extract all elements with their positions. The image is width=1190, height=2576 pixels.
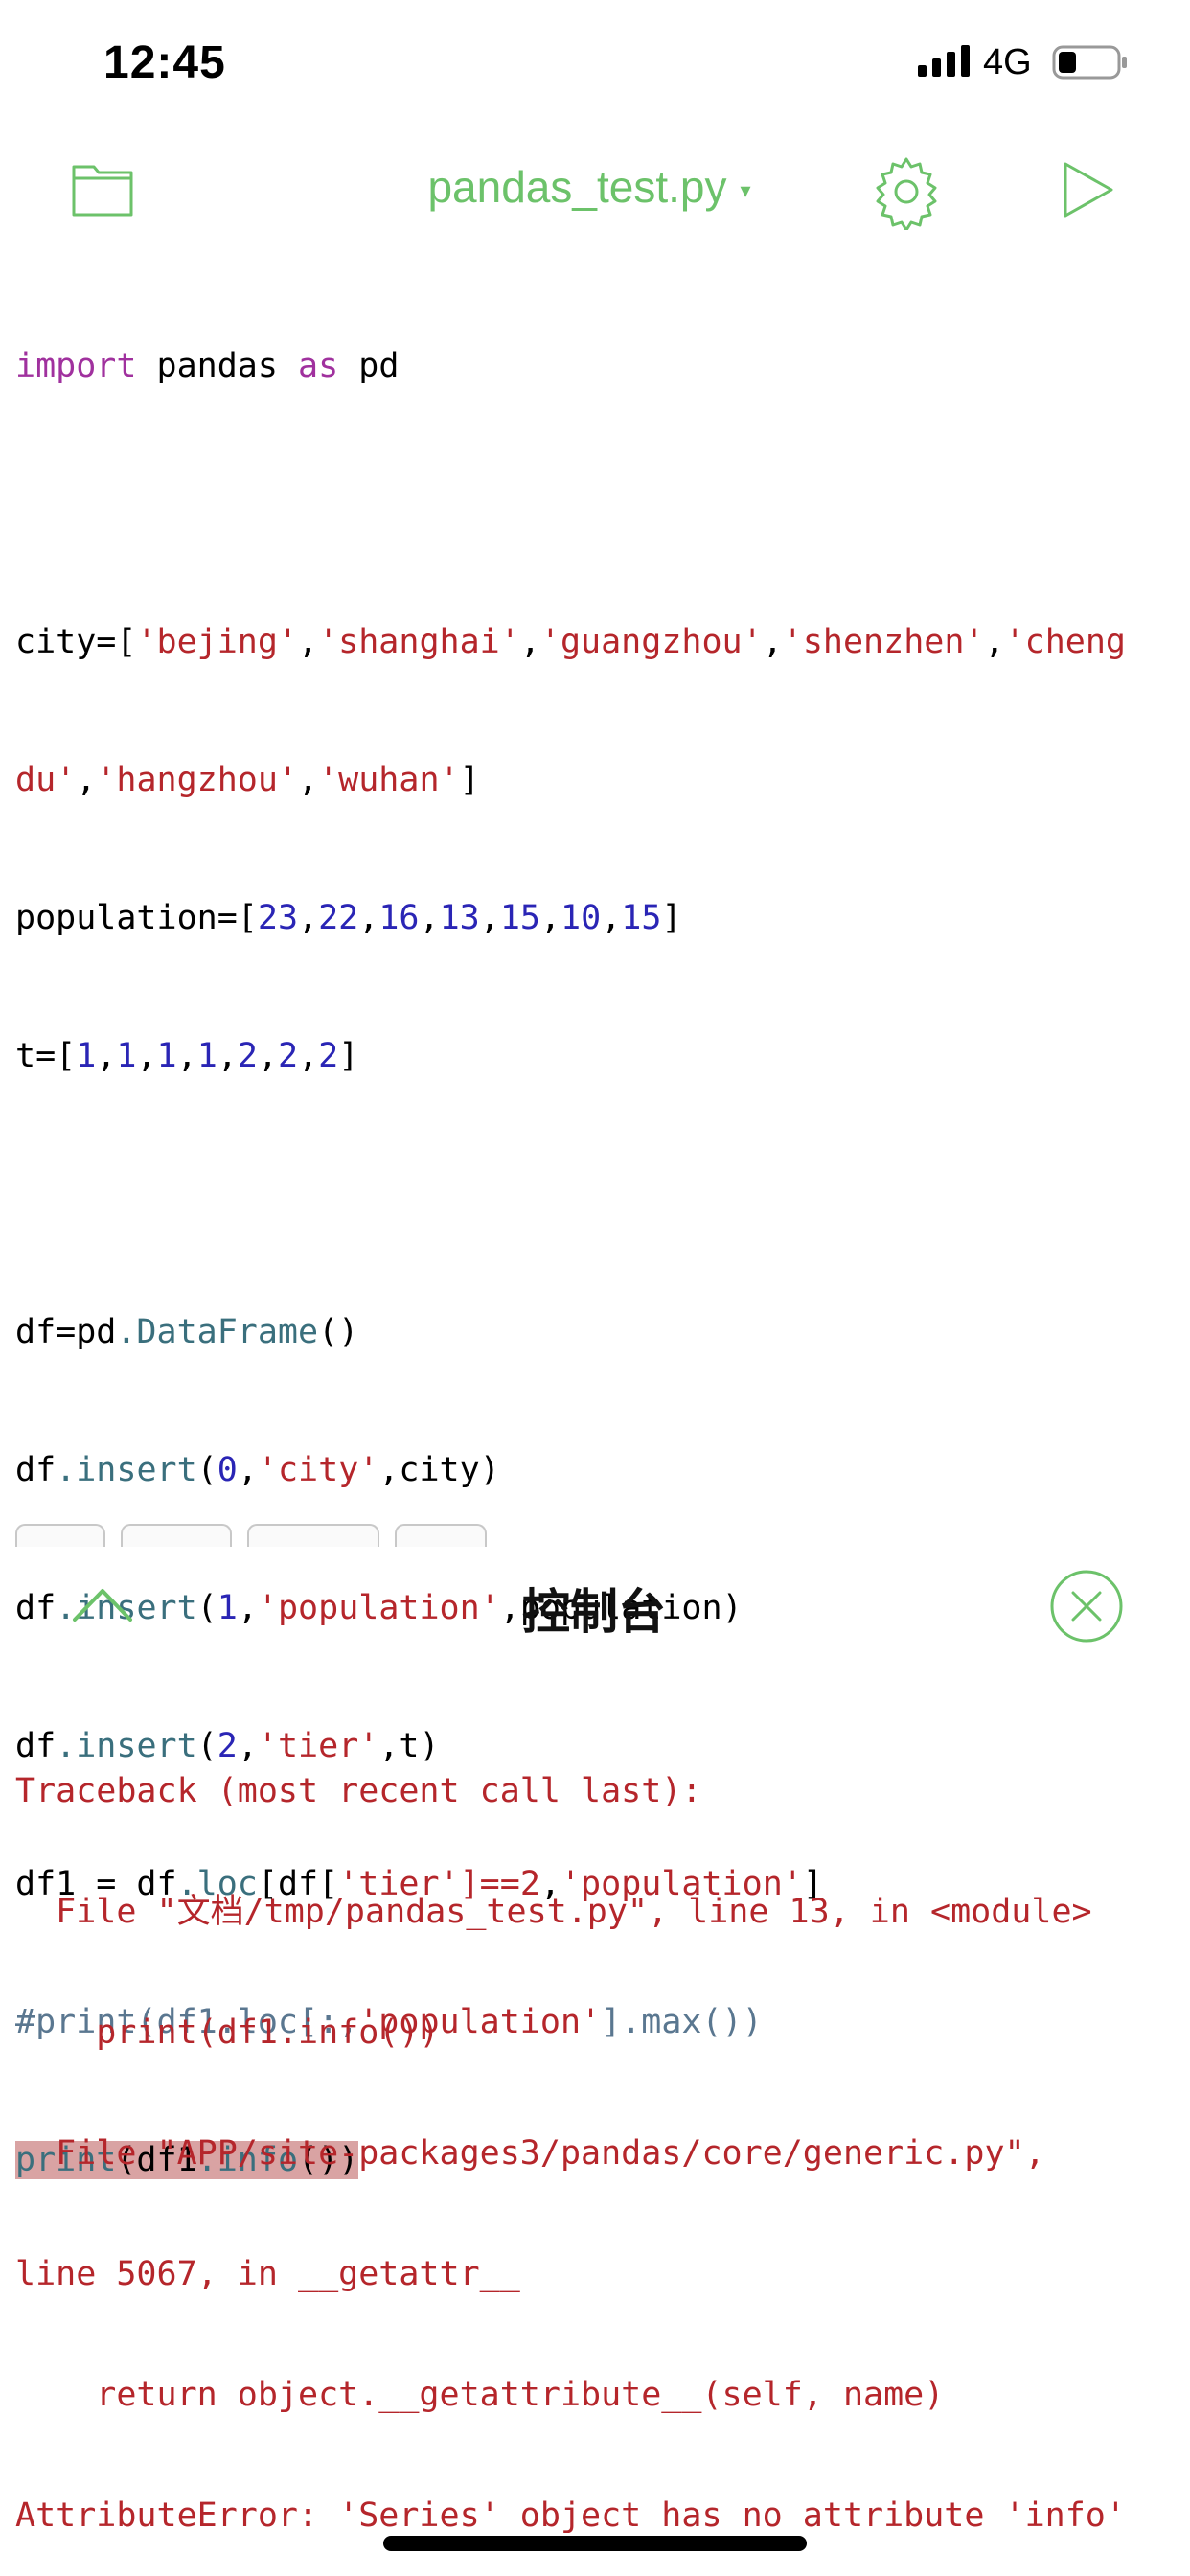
- console-output[interactable]: Traceback (most recent call last): File …: [15, 1690, 1184, 2576]
- code-token: ,: [539, 899, 561, 937]
- console-line: Traceback (most recent call last):: [15, 1772, 702, 1810]
- play-icon[interactable]: [1060, 159, 1117, 220]
- code-token: ]: [338, 1037, 359, 1075]
- code-line-1: import pandas as pd: [15, 343, 1184, 389]
- code-token: ]: [459, 761, 480, 799]
- code-token: 'bejing': [136, 623, 299, 661]
- signal-bars-icon: [918, 45, 970, 77]
- code-token: (: [196, 1451, 217, 1489]
- gear-icon[interactable]: [868, 153, 945, 230]
- code-token: ,: [298, 1037, 319, 1075]
- code-token: ,: [76, 761, 97, 799]
- code-token: 1: [156, 1037, 177, 1075]
- code-token: .insert: [56, 1451, 197, 1489]
- code-token: ,city): [378, 1451, 500, 1489]
- file-name: pandas_test.py: [427, 162, 727, 212]
- console-line: File "文档/tmp/pandas_test.py", line 13, i…: [15, 1893, 1092, 1931]
- code-token: 'shenzhen': [782, 623, 985, 661]
- code-token: 15: [499, 899, 540, 937]
- code-token: ,: [358, 899, 379, 937]
- console-line: AttributeError: 'Series' object has no a…: [15, 2496, 1126, 2535]
- console-line: line 5067, in __getattr__: [15, 2255, 520, 2293]
- code-token: (): [318, 1313, 359, 1351]
- code-token: ,: [217, 1037, 238, 1075]
- code-token: import: [15, 347, 137, 385]
- code-token: ,: [762, 623, 783, 661]
- code-token: population=[: [15, 899, 258, 937]
- status-bar: 12:45 4G: [0, 0, 1190, 126]
- code-token: ,: [176, 1037, 197, 1075]
- code-token: as: [298, 347, 339, 385]
- code-token: 15: [621, 899, 662, 937]
- code-token: 10: [561, 899, 602, 937]
- code-token: ,: [237, 1451, 258, 1489]
- file-title[interactable]: pandas_test.py ▾: [364, 161, 814, 213]
- accessory-key[interactable]: [15, 1524, 105, 1547]
- editor-toolbar: pandas_test.py ▾: [0, 144, 1190, 240]
- code-token: 2: [278, 1037, 299, 1075]
- code-token: ,: [419, 899, 440, 937]
- code-token: ,: [984, 623, 1005, 661]
- code-token: ]: [661, 899, 682, 937]
- code-token: ,: [298, 899, 319, 937]
- folder-icon[interactable]: [71, 159, 134, 218]
- code-token: ,: [601, 899, 622, 937]
- code-line-4: population=[23,22,16,13,15,10,15]: [15, 895, 1184, 941]
- code-token: city=[: [15, 623, 137, 661]
- code-token: ,: [479, 899, 500, 937]
- code-token: 'shanghai': [318, 623, 520, 661]
- code-token: 22: [318, 899, 359, 937]
- code-token: 2: [318, 1037, 339, 1075]
- code-token: 'wuhan': [318, 761, 460, 799]
- code-line-8: df.insert(0,'city',city): [15, 1447, 1184, 1493]
- code-line-7: df=pd.DataFrame(): [15, 1309, 1184, 1355]
- code-token: .DataFrame: [116, 1313, 319, 1351]
- close-circle-icon[interactable]: [1048, 1568, 1125, 1644]
- chevron-up-icon[interactable]: [71, 1585, 134, 1623]
- code-token: pandas: [136, 347, 299, 385]
- console-line: File "APP/site-packages3/pandas/core/gen…: [15, 2134, 1045, 2173]
- code-line-3-wrap: du','hangzhou','wuhan']: [15, 757, 1184, 803]
- code-token: 'guangzhou': [539, 623, 763, 661]
- code-token: ,: [257, 1037, 278, 1075]
- accessory-key[interactable]: [247, 1524, 379, 1547]
- code-line-3: city=['bejing','shanghai','guangzhou','s…: [15, 619, 1184, 665]
- code-token: ,: [96, 1037, 117, 1075]
- battery-low-icon: [1052, 45, 1127, 80]
- accessory-key[interactable]: [395, 1524, 487, 1547]
- code-token: 16: [378, 899, 420, 937]
- code-token: 'cheng: [1004, 623, 1126, 661]
- code-token: ,: [298, 761, 319, 799]
- code-token: df: [15, 1451, 57, 1489]
- code-token: 2: [237, 1037, 258, 1075]
- code-token: 23: [257, 899, 299, 937]
- code-token: ,: [298, 623, 319, 661]
- network-label: 4G: [983, 42, 1032, 82]
- console-header: 控制台: [0, 1545, 1190, 1669]
- code-token: t=[: [15, 1037, 77, 1075]
- status-time: 12:45: [103, 37, 226, 88]
- code-token: pd: [338, 347, 400, 385]
- code-line-5: t=[1,1,1,1,2,2,2]: [15, 1033, 1184, 1079]
- code-token: du': [15, 761, 77, 799]
- code-token: ,: [519, 623, 540, 661]
- accessory-key[interactable]: [121, 1524, 232, 1547]
- code-token: 1: [116, 1037, 137, 1075]
- home-indicator[interactable]: [383, 2536, 807, 2551]
- code-token: 'hangzhou': [96, 761, 299, 799]
- code-token: 13: [439, 899, 480, 937]
- code-token: df=pd: [15, 1313, 117, 1351]
- code-token: 1: [76, 1037, 97, 1075]
- console-title: 控制台: [522, 1584, 666, 1640]
- console-line: return object.__getattribute__(self, nam…: [15, 2376, 945, 2414]
- code-token: 1: [196, 1037, 217, 1075]
- chevron-down-icon: ▾: [740, 177, 751, 202]
- code-token: 0: [217, 1451, 238, 1489]
- code-token: ,: [136, 1037, 157, 1075]
- code-token: 'city': [257, 1451, 379, 1489]
- console-line: print(df1.info()): [15, 2013, 440, 2052]
